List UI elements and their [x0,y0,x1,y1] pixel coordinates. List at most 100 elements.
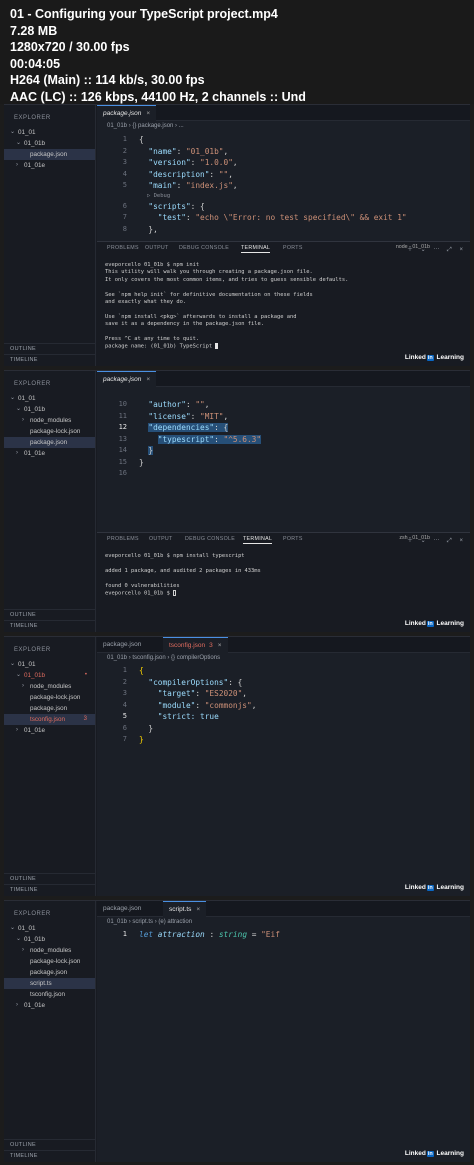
code-text[interactable]: } [139,734,144,746]
tab-output[interactable]: OUTPUT [145,245,169,251]
code-text[interactable]: } [139,457,144,469]
code-line[interactable]: 7 "test": "echo \"Error: no test specifi… [97,212,470,224]
tab-package-json[interactable]: package.json [97,901,147,917]
code-text[interactable]: "author": "", [139,399,209,411]
tree-item-file[interactable]: package-lock.json [4,426,95,437]
code-line[interactable]: 16 [97,468,470,480]
tab-problems[interactable]: PROBLEMS [107,536,139,542]
code-line[interactable]: 7} [97,734,470,746]
tree-item-folder[interactable]: › 01_01e [4,1000,95,1011]
tab-package-json[interactable]: package.json [97,637,147,653]
tree-item-file[interactable]: package-lock.json [4,692,95,703]
tree-item-folder[interactable]: › node_modules [4,415,95,426]
code-text[interactable]: } [139,445,154,457]
terminal-output[interactable]: eveporcello 01_01b $ npm install typescr… [105,553,464,597]
timeline-section[interactable]: TIMELINE [4,354,96,365]
tab-script-ts[interactable]: script.ts × [163,901,207,917]
code-line[interactable]: 10 "author": "", [97,399,470,411]
terminal-output[interactable]: eveporcello 01_01b $ npm init This utilit… [105,262,464,351]
breadcrumb[interactable]: 01_01b › tsconfig.json › {} compilerOpti… [107,655,220,661]
tab-ports[interactable]: PORTS [283,245,303,251]
outline-section[interactable]: OUTLINE [4,343,96,354]
code-editor[interactable]: 1{2 "compilerOptions": {3 "target": "ES2… [97,665,470,746]
tab-terminal[interactable]: TERMINAL [243,536,273,544]
tab-debug-console[interactable]: DEBUG CONSOLE [179,245,229,251]
tree-item-file[interactable]: tsconfig.json [4,989,95,1000]
outline-section[interactable]: OUTLINE [4,873,96,884]
code-line[interactable]: 1{ [97,665,470,677]
tab-terminal[interactable]: TERMINAL [241,245,271,253]
code-text[interactable]: "dependencies": { [139,422,229,434]
tab-debug-console[interactable]: DEBUG CONSOLE [185,536,235,542]
tree-item-folder[interactable]: ⌄ 01_01b [4,934,95,945]
code-text[interactable]: { [139,665,144,677]
close-icon[interactable]: × [218,642,222,649]
outline-section[interactable]: OUTLINE [4,609,96,620]
code-line[interactable]: 1{ [97,134,470,146]
code-text[interactable]: "module": "commonjs", [139,700,257,712]
code-text[interactable]: "license": "MIT", [139,411,228,423]
panel-action-icons[interactable]: ＋ ⌄ ⋯ ⤢ × [407,535,466,545]
outline-section[interactable]: OUTLINE [4,1139,96,1150]
code-line[interactable]: 2 "name": "01_01b", [97,146,470,158]
code-text[interactable]: } [139,723,153,735]
code-line[interactable]: 4 "description": "", [97,169,470,181]
tab-problems[interactable]: PROBLEMS [107,245,139,251]
close-icon[interactable]: × [146,110,150,117]
code-line[interactable]: 6 "scripts": { [97,201,470,213]
tree-item-file[interactable]: package.json [4,967,95,978]
code-line[interactable]: 14 } [97,445,470,457]
code-line[interactable]: 13 "typescript": "^5.6.3" [97,434,470,446]
tree-item-file[interactable]: script.ts [4,978,95,989]
tree-item-folder[interactable]: › 01_01e [4,448,95,459]
close-icon[interactable]: × [196,906,200,913]
code-line[interactable]: 5 "main": "index.js", [97,180,470,192]
code-line[interactable]: 1 let attraction : string = "Eif [97,929,470,941]
code-line[interactable]: 6 } [97,723,470,735]
tree-item-folder[interactable]: › node_modules [4,681,95,692]
timeline-section[interactable]: TIMELINE [4,620,96,631]
tab-output[interactable]: OUTPUT [149,536,173,542]
tree-item-folder[interactable]: ⌄ 01_01b • [4,670,95,681]
tree-item-file[interactable]: tsconfig.json 3 [4,714,95,725]
code-line[interactable]: 11 "license": "MIT", [97,411,470,423]
code-text[interactable]: "typescript": "^5.6.3" [139,434,262,446]
debug-codelens[interactable]: ▷ Debug [97,192,470,201]
code-editor[interactable]: 10 "author": "", 11 "license": "MIT", 12 "… [97,399,470,480]
code-line[interactable]: 4 "module": "commonjs", [97,700,470,712]
code-text[interactable]: "target": "ES2020", [139,688,247,700]
code-text[interactable]: "version": "1.0.0", [139,157,237,169]
tree-item-folder[interactable]: › node_modules [4,945,95,956]
code-text[interactable]: "test": "echo \"Error: no test specified… [139,212,407,224]
tab-ports[interactable]: PORTS [283,536,303,542]
code-line[interactable]: 12 "dependencies": { [97,422,470,434]
panel-action-icons[interactable]: ＋ ⌄ ⋯ ⤢ × [407,244,466,254]
code-line[interactable]: 15} [97,457,470,469]
code-text[interactable]: "description": "", [139,169,233,181]
tree-item-file[interactable]: package.json [4,703,95,714]
tree-item-folder[interactable]: ⌄ 01_01b [4,404,95,415]
code-line[interactable]: 5 "strict: true [97,711,470,723]
code-editor[interactable]: 1 let attraction : string = "Eif [97,929,470,941]
tree-item-file[interactable]: package.json [4,149,95,160]
breadcrumb[interactable]: 01_01b › {} package.json › ... [107,123,184,129]
close-icon[interactable]: × [146,376,150,383]
tree-item-folder[interactable]: ⌄ 01_01 [4,393,95,404]
code-text[interactable]: "strict: true [139,711,219,723]
breadcrumb[interactable]: 01_01b › script.ts › (e) attraction [107,919,192,925]
tree-item-folder[interactable]: › 01_01e [4,725,95,736]
code-text[interactable]: "scripts": { [139,201,204,213]
tree-item-file[interactable]: package.json [4,437,95,448]
tab-package-json[interactable]: package.json × [97,371,157,387]
tree-item-folder[interactable]: ⌄ 01_01 [4,127,95,138]
tab-package-json[interactable]: package.json × [97,105,157,121]
code-line[interactable]: 2 "compilerOptions": { [97,677,470,689]
code-text[interactable]: "name": "01_01b", [139,146,228,158]
code-line[interactable]: 8 }, [97,224,470,236]
code-text[interactable]: "main": "index.js", [139,180,237,192]
tree-item-folder[interactable]: › 01_01e [4,160,95,171]
code-text[interactable]: }, [139,224,157,236]
tree-item-folder[interactable]: ⌄ 01_01 [4,923,95,934]
tree-item-file[interactable]: package-lock.json [4,956,95,967]
code-editor[interactable]: 1{2 "name": "01_01b", 3 "version": "1.0.0… [97,134,470,235]
